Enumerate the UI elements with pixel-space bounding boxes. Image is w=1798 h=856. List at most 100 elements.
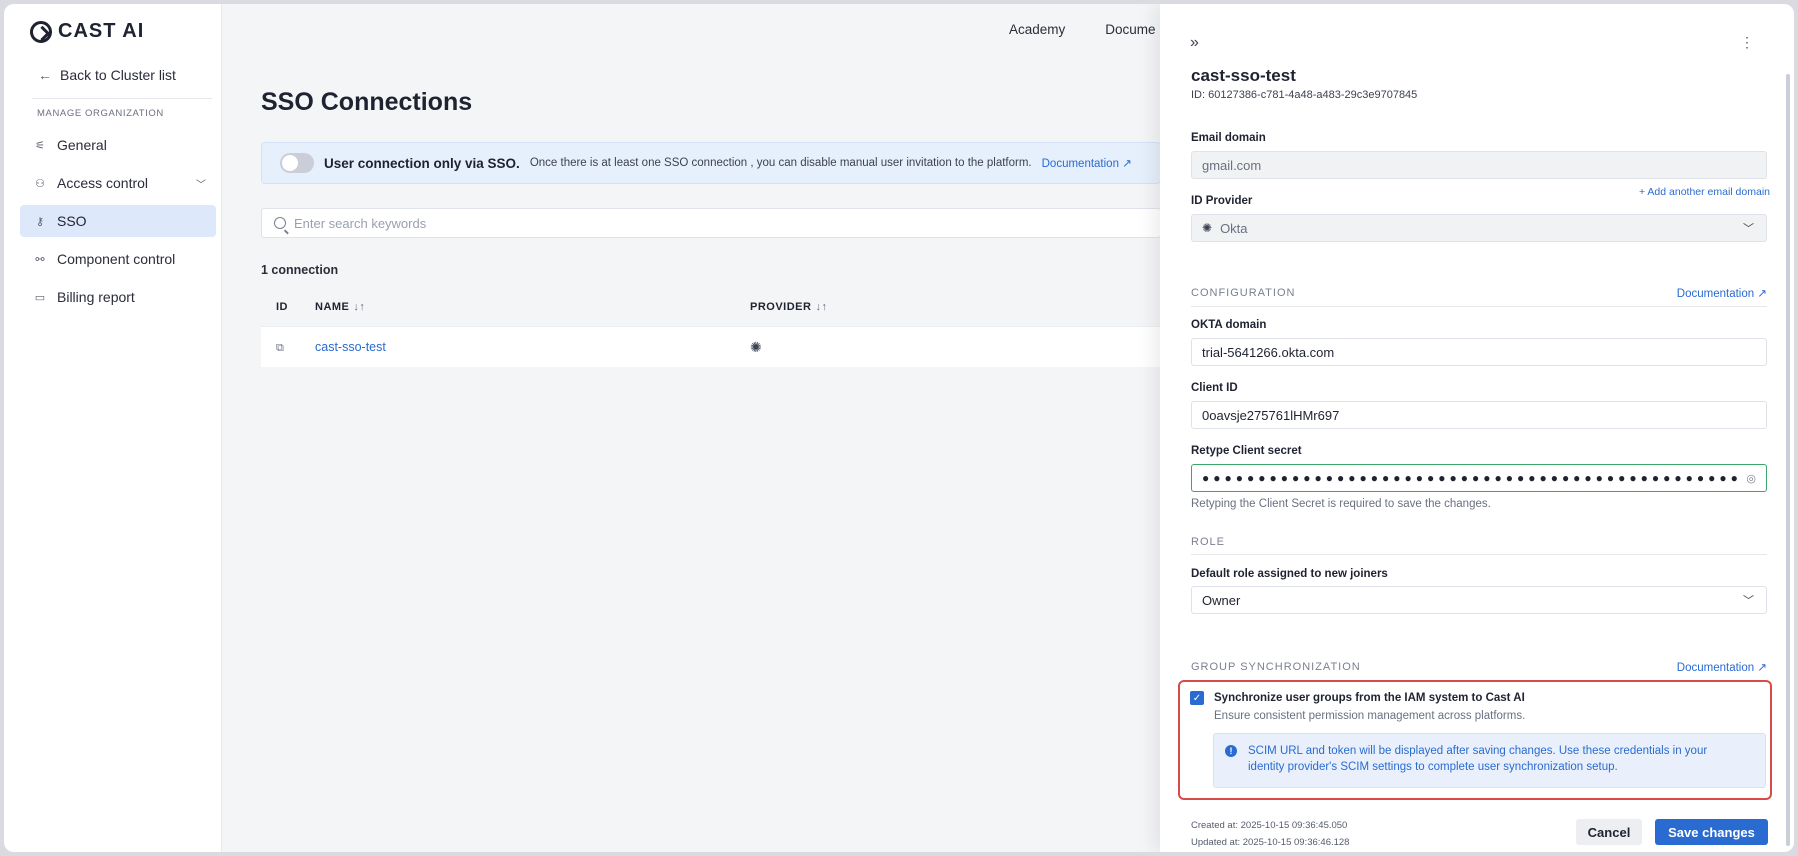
brand-name: CAST AI: [58, 20, 145, 42]
top-nav: Academy Docume: [1009, 22, 1156, 37]
drawer-scrollbar[interactable]: [1786, 74, 1790, 846]
sidebar: CAST AI ← Back to Cluster list MANAGE OR…: [4, 4, 222, 852]
copy-id-button[interactable]: ⧉: [261, 340, 315, 355]
search-icon: [274, 217, 286, 229]
divider: [32, 98, 212, 99]
sidebar-item-label: General: [57, 137, 107, 153]
sort-icon: ↓↑: [815, 300, 828, 313]
group-sync-checkbox-row[interactable]: ✓ Synchronize user groups from the IAM s…: [1190, 691, 1525, 705]
email-domain-field[interactable]: gmail.com: [1191, 151, 1767, 179]
sort-icon: ↓↑: [353, 300, 366, 313]
manage-organization-label: MANAGE ORGANIZATION: [37, 108, 164, 119]
doc-link-label: Documentation: [1676, 288, 1755, 300]
group-sync-checkbox-label: Synchronize user groups from the IAM sys…: [1214, 692, 1525, 704]
client-secret-value: ●●●●●●●●●●●●●●●●●●●●●●●●●●●●●●●●●●●●●●●●…: [1202, 471, 1742, 485]
group-sync-checkbox[interactable]: ✓: [1190, 691, 1204, 705]
group-sync-documentation-link[interactable]: Documentation ↗: [1677, 660, 1767, 674]
drawer-title: cast-sso-test: [1191, 66, 1296, 85]
email-domain-label: Email domain: [1191, 132, 1266, 144]
users-icon: ⚇: [35, 177, 45, 190]
chevron-down-icon: ﹀: [196, 179, 206, 191]
client-secret-hint: Retyping the Client Secret is required t…: [1191, 498, 1491, 510]
column-header-provider[interactable]: PROVIDER ↓↑: [750, 301, 1161, 313]
column-header-name[interactable]: NAME ↓↑: [315, 301, 750, 313]
client-id-value: 0oavsje275761lHMr697: [1202, 407, 1340, 423]
banner-title: User connection only via SSO.: [324, 155, 520, 171]
card-icon: ▭: [34, 291, 46, 304]
eye-off-icon[interactable]: ◎: [1746, 472, 1756, 485]
connections-table: ID NAME ↓↑ PROVIDER ↓↑ ⧉ cast-sso-test ✺: [261, 287, 1161, 367]
page-title: SSO Connections: [261, 88, 473, 116]
scim-info-box: ! SCIM URL and token will be displayed a…: [1213, 733, 1766, 788]
add-email-domain-link[interactable]: + Add another email domain: [1639, 186, 1770, 198]
table-row[interactable]: ⧉ cast-sso-test ✺: [261, 327, 1161, 367]
banner-documentation-link[interactable]: Documentation ↗: [1042, 156, 1132, 170]
sidebar-item-sso[interactable]: ⚷ SSO: [20, 205, 216, 237]
sso-only-toggle[interactable]: [280, 153, 314, 173]
role-section-label: ROLE: [1191, 536, 1225, 548]
cast-ai-logo-icon: [30, 20, 52, 43]
group-sync-section-label: GROUP SYNCHRONIZATION: [1191, 661, 1361, 673]
column-header-id: ID: [276, 300, 288, 313]
created-at: Created at: 2025-10-15 09:36:45.050: [1191, 820, 1348, 831]
nodes-icon: ⚯: [35, 253, 45, 266]
group-sync-subtext: Ensure consistent permission management …: [1214, 710, 1526, 722]
sliders-icon: ⚟: [35, 139, 45, 152]
arrow-left-icon: ←: [38, 67, 52, 83]
role-section-header: ROLE: [1191, 536, 1767, 555]
scim-info-line-2: identity provider's SCIM settings to com…: [1248, 761, 1618, 773]
sidebar-item-label: SSO: [57, 213, 87, 229]
column-header-label: PROVIDER: [750, 300, 812, 313]
column-header-label: NAME: [315, 300, 350, 313]
connection-name-link[interactable]: cast-sso-test: [315, 340, 386, 354]
client-secret-input[interactable]: ●●●●●●●●●●●●●●●●●●●●●●●●●●●●●●●●●●●●●●●●…: [1191, 464, 1767, 492]
sidebar-item-billing-report[interactable]: ▭ Billing report: [20, 281, 216, 313]
search-input[interactable]: [294, 215, 894, 231]
topnav-academy-link[interactable]: Academy: [1009, 22, 1065, 37]
default-role-value: Owner: [1202, 592, 1241, 608]
sidebar-item-access-control[interactable]: ⚇ Access control ﹀: [20, 167, 216, 199]
connection-id: ID: 60127386-c781-4a48-a483-29c3e9707845: [1191, 89, 1418, 101]
sidebar-item-label: Billing report: [57, 289, 135, 305]
default-role-select[interactable]: Owner ﹀: [1191, 586, 1767, 614]
okta-domain-value: trial-5641266.okta.com: [1202, 344, 1335, 360]
cancel-button[interactable]: Cancel: [1576, 819, 1642, 845]
updated-at: Updated at: 2025-10-15 09:36:46.128: [1191, 837, 1350, 848]
scim-info-line-1: SCIM URL and token will be displayed aft…: [1248, 745, 1708, 757]
okta-domain-input[interactable]: trial-5641266.okta.com: [1191, 338, 1767, 366]
sidebar-item-component-control[interactable]: ⚯ Component control: [20, 243, 216, 275]
banner-text: Once there is at least one SSO connectio…: [529, 157, 1032, 169]
external-link-icon: ↗: [1122, 158, 1132, 170]
topnav-docs-link[interactable]: Docume: [1105, 22, 1155, 37]
connection-count: 1 connection: [261, 263, 339, 277]
default-role-label: Default role assigned to new joiners: [1191, 568, 1388, 580]
collapse-drawer-icon[interactable]: »: [1190, 34, 1199, 52]
id-provider-value: Okta: [1220, 220, 1248, 236]
external-link-icon: ↗: [1754, 288, 1767, 300]
configuration-documentation-link[interactable]: Documentation ↗: [1677, 286, 1767, 300]
logo[interactable]: CAST AI: [30, 20, 144, 43]
sidebar-nav: ⚟ General ⚇ Access control ﹀ ⚷ SSO ⚯ Com…: [20, 129, 216, 319]
external-link-icon: ↗: [1754, 662, 1767, 674]
app-window: CAST AI ← Back to Cluster list MANAGE OR…: [4, 4, 1794, 852]
chevron-down-icon: ﹀: [1743, 223, 1754, 235]
okta-domain-label: OKTA domain: [1191, 319, 1267, 331]
key-icon: ⚷: [35, 215, 45, 228]
save-changes-button[interactable]: Save changes: [1655, 819, 1768, 845]
back-to-cluster-list-link[interactable]: ← Back to Cluster list: [38, 67, 176, 83]
info-icon: !: [1225, 745, 1237, 757]
client-id-input[interactable]: 0oavsje275761lHMr697: [1191, 401, 1767, 429]
search-bar: [261, 208, 1161, 238]
doc-link-label: Documentation: [1676, 662, 1755, 674]
more-options-icon[interactable]: ⋮: [1740, 34, 1754, 51]
table-header: ID NAME ↓↑ PROVIDER ↓↑: [261, 287, 1161, 327]
group-sync-section-header: GROUP SYNCHRONIZATION Documentation ↗: [1191, 660, 1767, 680]
sidebar-item-general[interactable]: ⚟ General: [20, 129, 216, 161]
email-domain-value: gmail.com: [1202, 157, 1262, 173]
sso-edit-drawer: » ⋮ cast-sso-test ID: 60127386-c781-4a48…: [1160, 4, 1794, 852]
copy-icon: ⧉: [276, 341, 284, 354]
client-secret-label: Retype Client secret: [1191, 445, 1302, 457]
id-provider-select[interactable]: ✺ Okta ﹀: [1191, 214, 1767, 242]
sso-only-banner: User connection only via SSO. Once there…: [261, 142, 1161, 184]
okta-provider-icon: ✺: [750, 338, 762, 355]
